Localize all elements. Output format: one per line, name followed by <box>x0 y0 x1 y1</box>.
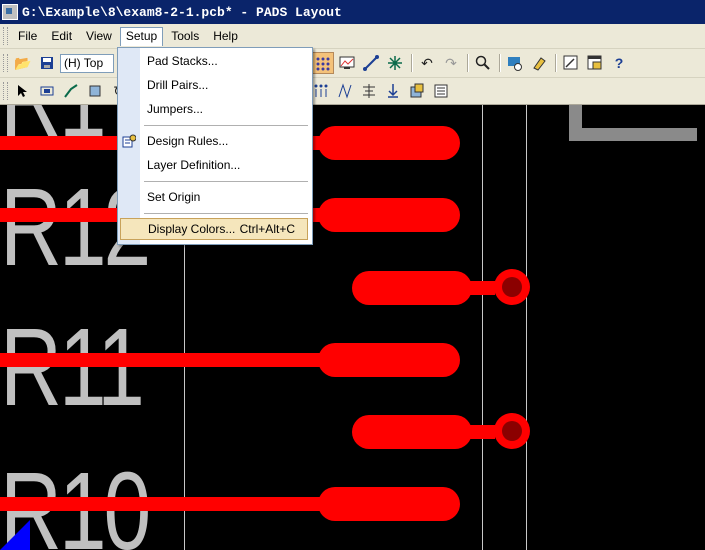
route-tool-icon[interactable] <box>60 80 82 102</box>
menu-item-design-rules[interactable]: Design Rules... <box>118 130 310 152</box>
setup-menu: Pad Stacks... Drill Pairs... Jumpers... … <box>117 47 313 245</box>
menu-item-label: Jumpers... <box>147 102 204 116</box>
grid-line <box>526 105 527 550</box>
zoom-icon[interactable] <box>472 52 494 74</box>
toolbar-separator <box>467 54 469 72</box>
menu-item-pad-stacks[interactable]: Pad Stacks... <box>118 50 310 72</box>
toolbar-separator <box>411 54 413 72</box>
menu-item-label: Pad Stacks... <box>147 54 218 68</box>
menubar-grip-icon[interactable] <box>3 27 8 45</box>
layers-icon[interactable] <box>504 52 526 74</box>
menu-item-shortcut: Ctrl+Alt+C <box>239 222 295 236</box>
select-icon[interactable] <box>12 80 34 102</box>
push-icon[interactable] <box>406 80 428 102</box>
grid-line <box>482 105 483 550</box>
auto-route-icon[interactable] <box>334 80 356 102</box>
toolbar-grip-icon[interactable] <box>3 54 8 72</box>
menu-item-set-origin[interactable]: Set Origin <box>118 186 310 208</box>
report-icon[interactable] <box>560 52 582 74</box>
menu-item-label: Drill Pairs... <box>147 78 209 92</box>
eraser-icon[interactable] <box>528 52 550 74</box>
design-rules-icon <box>122 134 137 148</box>
copper-area[interactable] <box>0 520 30 550</box>
toolbar-separator <box>555 54 557 72</box>
menu-edit[interactable]: Edit <box>45 27 78 45</box>
display-icon[interactable] <box>336 52 358 74</box>
trace[interactable] <box>440 425 495 439</box>
pads-app-icon <box>2 4 18 20</box>
trace[interactable] <box>440 281 495 295</box>
pcb-canvas[interactable]: R1 R12 R11 R10 <box>0 105 705 550</box>
menu-item-label: Set Origin <box>147 190 201 204</box>
help-icon[interactable]: ? <box>608 52 630 74</box>
window-title: G:\Example\8\exam8-2-1.pcb* - PADS Layou… <box>22 4 342 20</box>
align-icon[interactable] <box>358 80 380 102</box>
pad[interactable] <box>318 487 460 521</box>
menu-bar: File Edit View Setup Tools Help <box>0 24 705 49</box>
menu-item-display-colors[interactable]: Display Colors... Ctrl+Alt+C <box>120 218 308 240</box>
list-icon[interactable] <box>430 80 452 102</box>
menu-item-layer-definition[interactable]: Layer Definition... <box>118 154 310 176</box>
standard-toolbar: 📂 (H) Top ↶ ↷ ? <box>0 49 705 78</box>
menu-separator <box>144 181 308 182</box>
menu-item-jumpers[interactable]: Jumpers... <box>118 98 310 120</box>
pad[interactable] <box>318 126 460 160</box>
route-icon[interactable] <box>360 52 382 74</box>
toolbar-grip-icon[interactable] <box>3 82 8 100</box>
menu-view[interactable]: View <box>80 27 118 45</box>
menu-item-label: Design Rules... <box>147 134 229 148</box>
move-icon[interactable] <box>36 80 58 102</box>
menu-item-label: Layer Definition... <box>147 158 241 172</box>
pad[interactable] <box>318 343 460 377</box>
design-toolbar: ↻ <box>0 78 705 105</box>
save-icon[interactable] <box>36 52 58 74</box>
menu-setup[interactable]: Setup <box>119 26 164 46</box>
menu-item-drill-pairs[interactable]: Drill Pairs... <box>118 74 310 96</box>
open-icon[interactable]: 📂 <box>12 52 34 74</box>
menu-separator <box>144 213 308 214</box>
trace[interactable] <box>0 353 360 367</box>
via[interactable] <box>494 269 530 305</box>
cluster-icon[interactable] <box>384 52 406 74</box>
net-icon[interactable] <box>310 80 332 102</box>
toolbar-separator <box>499 54 501 72</box>
undo-icon[interactable]: ↶ <box>416 52 438 74</box>
menu-tools[interactable]: Tools <box>165 27 205 45</box>
menu-separator <box>144 125 308 126</box>
trace[interactable] <box>0 497 360 511</box>
title-bar: G:\Example\8\exam8-2-1.pcb* - PADS Layou… <box>0 0 705 24</box>
component-icon[interactable] <box>84 80 106 102</box>
layer-select[interactable]: (H) Top <box>60 53 114 73</box>
board-outline[interactable] <box>569 105 697 141</box>
pad[interactable] <box>318 198 460 232</box>
menu-file[interactable]: File <box>12 27 43 45</box>
menu-item-label: Display Colors... <box>148 222 236 236</box>
window-icon[interactable] <box>584 52 606 74</box>
drc-icon[interactable] <box>382 80 404 102</box>
via[interactable] <box>494 413 530 449</box>
highlight-icon[interactable] <box>312 52 334 74</box>
ref-designator-r11[interactable]: R11 <box>0 313 145 423</box>
menu-help[interactable]: Help <box>207 27 244 45</box>
redo-icon[interactable]: ↷ <box>440 52 462 74</box>
